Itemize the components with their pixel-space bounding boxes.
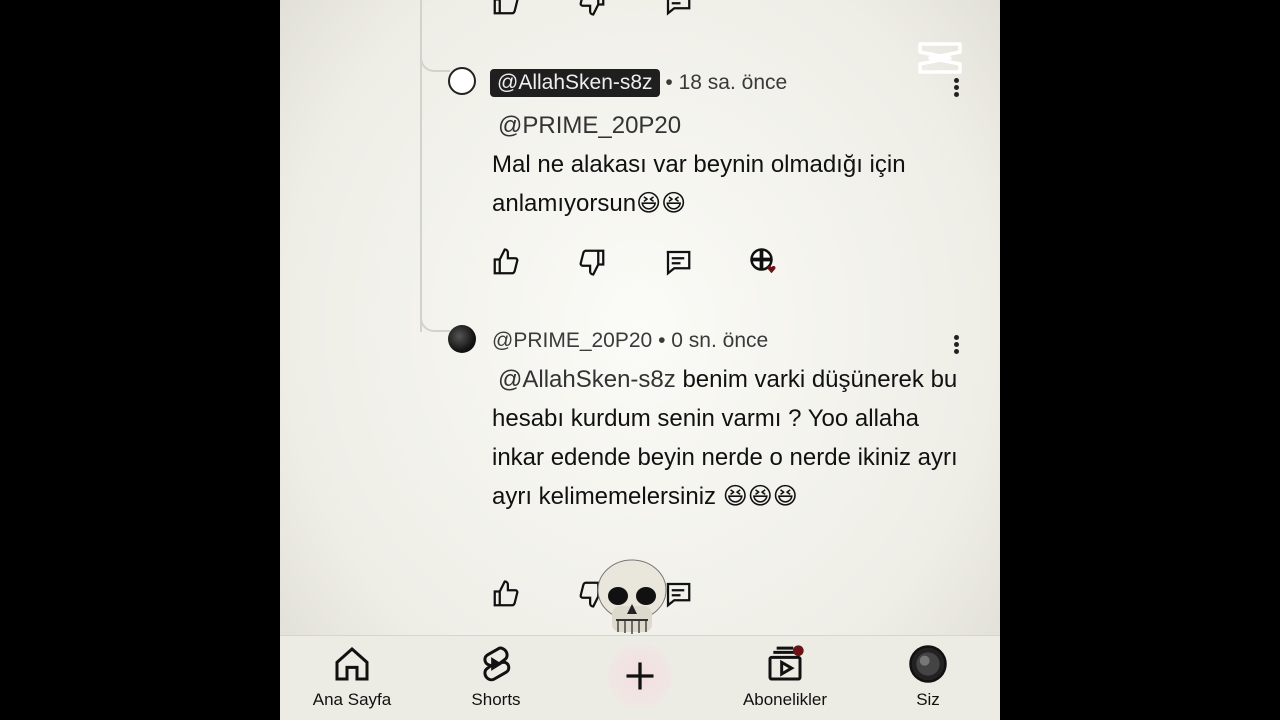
comment-author[interactable]: @AllahSken-s8z [490, 69, 660, 97]
more-options-icon[interactable] [950, 76, 962, 100]
create-button[interactable] [608, 644, 672, 708]
nav-subscriptions-label: Abonelikler [742, 690, 828, 709]
dislike-button[interactable] [576, 0, 608, 18]
comment-time: 0 sn. önce [671, 329, 769, 352]
like-button[interactable] [490, 246, 522, 278]
avatar[interactable] [448, 325, 476, 353]
avatar[interactable] [448, 67, 476, 95]
thumb-up-icon [493, 0, 519, 15]
creator-heart-icon [750, 248, 776, 274]
bottom-navigation: Ana Sayfa Shorts Abonelikler Siz [280, 635, 1000, 720]
nav-home-label: Ana Sayfa [312, 690, 392, 709]
meta-separator: • [658, 329, 666, 352]
thumb-up-icon [493, 580, 519, 607]
skull-overlay-image [597, 559, 667, 634]
reply-icon [666, 250, 691, 276]
like-button[interactable] [490, 0, 522, 18]
nav-home[interactable]: Ana Sayfa [297, 644, 407, 710]
thumb-up-icon [493, 248, 519, 275]
comment-emojis: 😆😆 [636, 189, 687, 217]
reply-icon [666, 0, 691, 16]
thumb-down-icon [579, 0, 605, 16]
shorts-icon [483, 646, 511, 682]
thread-connector [420, 300, 450, 332]
more-options-icon[interactable] [950, 333, 962, 357]
nav-subscriptions[interactable]: Abonelikler [730, 644, 840, 710]
plus-icon [626, 662, 654, 690]
comment-emojis: 😆😆😆 [722, 482, 798, 510]
comment-body: @AllahSken-s8z benim varki düşünerek bu … [492, 360, 962, 516]
reply-button[interactable] [662, 246, 694, 278]
thread-connector [420, 40, 450, 72]
nav-you[interactable]: Siz [873, 644, 983, 710]
reply-button[interactable] [662, 0, 694, 18]
home-icon [335, 646, 369, 681]
action-row [490, 246, 834, 278]
comment-mention[interactable]: @PRIME_20P20 [492, 106, 962, 145]
action-row-previous [490, 0, 748, 18]
comment-meta: @AllahSken-s8z • 18 sa. önce [490, 69, 787, 97]
profile-avatar-icon [909, 645, 947, 683]
comment-thread-screen: @AllahSken-s8z • 18 sa. önce @PRIME_20P2… [280, 0, 1000, 720]
like-button[interactable] [490, 578, 522, 610]
meta-separator: • [665, 71, 673, 94]
comment-time: 18 sa. önce [678, 71, 788, 94]
subscriptions-icon [768, 645, 804, 681]
comment-mention[interactable]: @AllahSken-s8z [492, 366, 676, 393]
comment-body: @PRIME_20P20 Mal ne alakası var beynin o… [492, 106, 962, 223]
nav-you-label: Siz [916, 690, 940, 709]
comment-meta: @PRIME_20P20 • 0 sn. önce [492, 329, 768, 353]
capcut-watermark-icon [918, 42, 962, 74]
thumb-down-icon [579, 249, 605, 276]
comment-text: Mal ne alakası var beynin olmadığı için … [492, 151, 906, 217]
dislike-button[interactable] [576, 246, 608, 278]
nav-shorts[interactable]: Shorts [441, 644, 551, 710]
nav-shorts-label: Shorts [471, 690, 521, 709]
creator-heart-badge [748, 246, 780, 278]
comment-author[interactable]: @PRIME_20P20 [492, 329, 652, 352]
